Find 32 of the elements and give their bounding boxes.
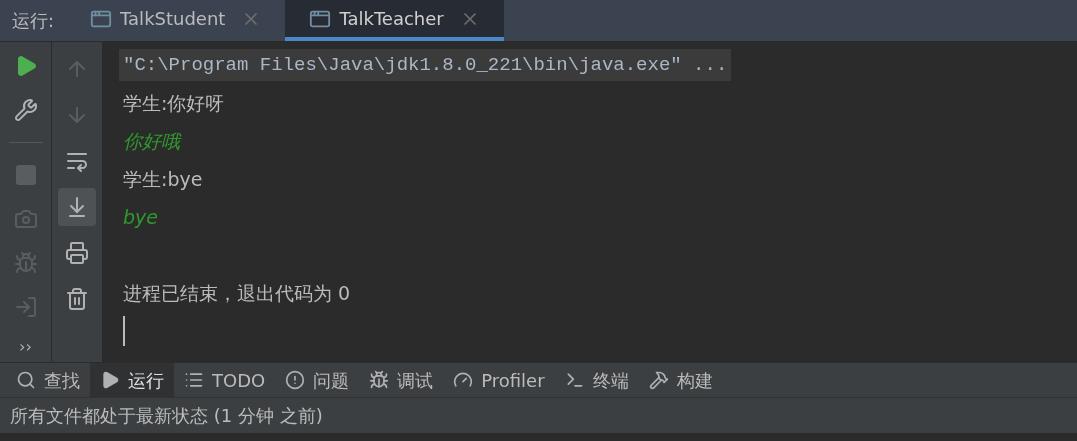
tool-window-tab[interactable]: TODO xyxy=(174,363,276,397)
tool-window-tab[interactable]: 调试 xyxy=(359,363,444,397)
gauge-icon xyxy=(453,370,474,390)
tool-window-tab[interactable]: Profiler xyxy=(443,363,555,397)
run-icon xyxy=(100,370,120,390)
bug-icon xyxy=(369,370,390,390)
more-button[interactable]: ›› xyxy=(19,335,32,359)
list-icon xyxy=(184,370,204,390)
tool-window-tab[interactable]: 构建 xyxy=(638,363,723,397)
text-cursor xyxy=(123,316,125,346)
bug-icon[interactable] xyxy=(13,251,38,275)
run-tab[interactable]: TalkStudent xyxy=(66,0,286,41)
scroll-to-end-icon[interactable] xyxy=(58,188,96,226)
camera-icon[interactable] xyxy=(13,207,38,231)
console-line: 学生:你好呀 xyxy=(122,91,226,116)
console-line: 进程已结束，退出代码为 0 xyxy=(122,281,352,306)
status-text: 所有文件都处于最新状态 (1 分钟 之前) xyxy=(10,404,323,428)
console-line: 学生:bye xyxy=(122,167,204,192)
exit-icon[interactable] xyxy=(13,295,38,319)
hammer-icon xyxy=(648,370,669,390)
console-line: bye xyxy=(122,205,159,230)
search-icon xyxy=(16,370,36,390)
tool-window-tab[interactable]: 运行 xyxy=(90,363,174,397)
stop-icon[interactable] xyxy=(13,163,38,187)
tool-window-tab[interactable]: 查找 xyxy=(6,363,90,397)
wrench-icon[interactable] xyxy=(13,98,38,122)
run-label: 运行: xyxy=(11,9,56,33)
tool-window-tab[interactable]: 问题 xyxy=(275,363,360,397)
console-line: 你好哦 xyxy=(122,129,183,154)
run-tab[interactable]: TalkTeacher xyxy=(285,0,504,41)
tool-window-tab[interactable]: 终端 xyxy=(554,363,639,397)
alert-icon xyxy=(285,370,306,390)
